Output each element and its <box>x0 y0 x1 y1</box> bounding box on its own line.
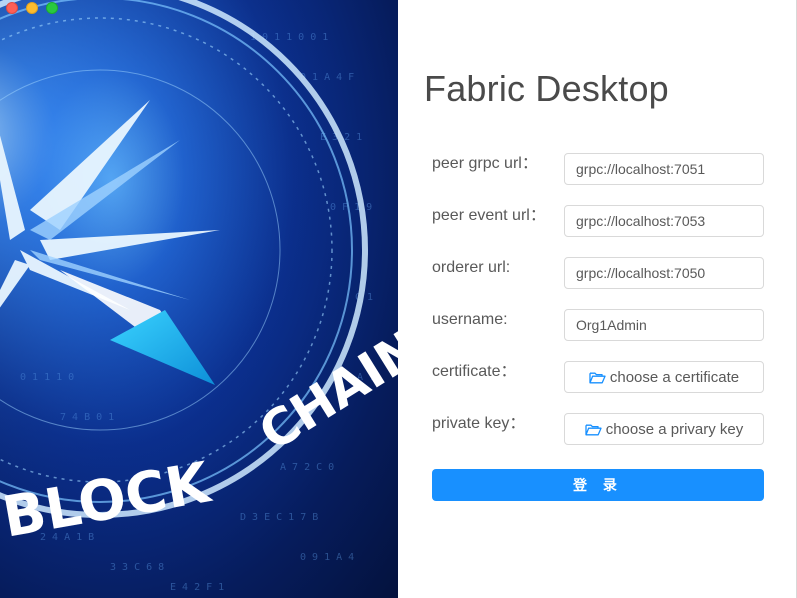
app-title: Fabric Desktop <box>424 68 669 109</box>
close-window-button[interactable] <box>6 2 18 14</box>
peer-event-url-input[interactable] <box>564 205 764 237</box>
choose-private-key-label: choose a privary key <box>605 420 744 438</box>
svg-text:E 4 2 F 1: E 4 2 F 1 <box>170 582 224 593</box>
folder-open-icon <box>589 372 606 383</box>
orderer-url-input[interactable] <box>564 257 764 289</box>
peer-grpc-url-input[interactable] <box>564 153 764 185</box>
username-label: username: <box>432 311 508 328</box>
peer-grpc-url-label: peer grpc url： <box>432 155 538 172</box>
choose-private-key-button[interactable]: choose a privary key <box>564 413 764 445</box>
private-key-row: private key： choose a privary key <box>432 413 764 445</box>
login-panel: Fabric Desktop peer grpc url： peer event… <box>398 0 797 598</box>
window-controls <box>6 2 58 14</box>
blockchain-compass-illustration: 1 0 1 1 0 0 1 0 1 A 4 F E 3 2 1 0 F 1 9 … <box>0 0 398 593</box>
peer-event-url-label: peer event url： <box>432 207 546 224</box>
certificate-row: certificate： choose a certificate <box>432 361 764 393</box>
login-button[interactable]: 登 录 <box>432 469 764 501</box>
hero-image: 1 0 1 1 0 0 1 0 1 A 4 F E 3 2 1 0 F 1 9 … <box>0 0 398 598</box>
zoom-window-button[interactable] <box>46 2 58 14</box>
choose-certificate-button[interactable]: choose a certificate <box>564 361 764 393</box>
certificate-label: certificate： <box>432 363 517 380</box>
orderer-url-label: orderer url: <box>432 259 511 276</box>
username-input[interactable] <box>564 309 764 341</box>
orderer-url-row: orderer url: <box>432 257 764 289</box>
minimize-window-button[interactable] <box>26 2 38 14</box>
folder-open-icon <box>585 424 602 435</box>
private-key-label: private key： <box>432 415 526 432</box>
choose-certificate-label: choose a certificate <box>609 368 740 386</box>
app-window: 1 0 1 1 0 0 1 0 1 A 4 F E 3 2 1 0 F 1 9 … <box>0 0 797 598</box>
peer-event-url-row: peer event url： <box>432 205 764 237</box>
svg-text:0 9 1 A 4: 0 9 1 A 4 <box>300 552 354 563</box>
peer-grpc-url-row: peer grpc url： <box>432 153 764 185</box>
username-row: username: <box>432 309 764 341</box>
